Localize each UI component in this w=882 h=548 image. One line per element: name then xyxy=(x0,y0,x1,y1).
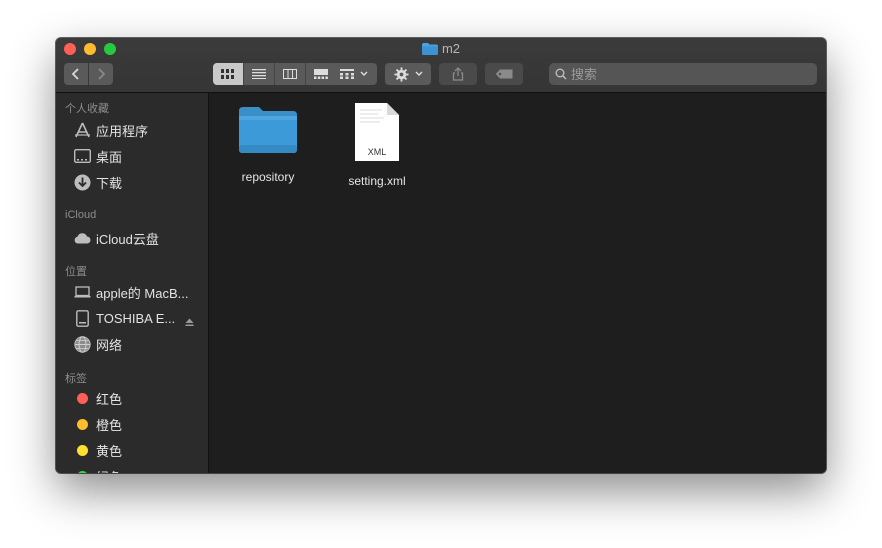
sidebar-item-label: 红色 xyxy=(96,391,123,407)
locations-section-title: 位置 xyxy=(65,266,87,278)
network-icon xyxy=(72,335,92,353)
chevron-right-icon xyxy=(98,68,106,80)
applications-icon xyxy=(72,121,92,139)
sidebar-item-label: TOSHIBA E... xyxy=(96,310,176,326)
sidebar: 个人收藏 应用程序 桌面 下载 iCloud iCloud云盘 位置 apple… xyxy=(56,93,209,473)
file-name: setting.xml xyxy=(348,174,406,188)
sidebar-item-icloud-drive[interactable]: iCloud云盘 xyxy=(72,227,202,249)
sidebar-item-tag-yellow[interactable]: 黄色 xyxy=(72,439,202,461)
finder-window: m2 搜索 个人收藏 应用程序 桌面 下载 iCloud iCloud云盘 位置… xyxy=(56,38,826,473)
chevron-down-icon xyxy=(360,71,368,76)
sidebar-item-label: 网络 xyxy=(96,337,123,353)
downloads-icon xyxy=(72,173,92,191)
sidebar-item-tag-red[interactable]: 红色 xyxy=(72,387,202,409)
group-grid-icon xyxy=(340,69,354,79)
file-item-repository[interactable]: repository xyxy=(218,105,318,184)
icon-grid-icon xyxy=(221,69,234,79)
group-by-button[interactable] xyxy=(331,63,377,85)
sidebar-item-macbook[interactable]: apple的 MacB... xyxy=(72,281,202,303)
sidebar-item-label: 下载 xyxy=(96,175,123,191)
file-name: repository xyxy=(241,170,295,184)
sidebar-item-label: 黄色 xyxy=(96,443,123,459)
laptop-icon xyxy=(72,283,92,301)
gallery-icon xyxy=(314,69,328,79)
cloud-icon xyxy=(72,229,92,247)
favorites-section-title: 个人收藏 xyxy=(65,103,109,115)
gear-icon xyxy=(393,66,409,82)
edit-tags-button[interactable] xyxy=(485,63,523,85)
green-tag-icon xyxy=(72,467,92,473)
sidebar-item-label: apple的 MacB... xyxy=(96,285,189,301)
sidebar-item-downloads[interactable]: 下载 xyxy=(72,171,202,193)
chevron-left-icon xyxy=(71,68,79,80)
window-title-text: m2 xyxy=(441,41,461,56)
search-input[interactable] xyxy=(571,63,811,85)
external-drive-icon xyxy=(72,309,92,327)
view-mode-control xyxy=(213,63,336,85)
eject-icon[interactable] xyxy=(185,314,194,332)
forward-button[interactable] xyxy=(89,63,113,85)
xml-file-icon: XML xyxy=(352,102,402,162)
list-view-button[interactable] xyxy=(244,63,275,85)
sidebar-item-tag-green[interactable]: 绿色 xyxy=(72,465,202,473)
tags-section-title: 标签 xyxy=(65,373,87,385)
sidebar-item-label: 桌面 xyxy=(96,149,123,165)
list-icon xyxy=(252,69,266,79)
sidebar-item-network[interactable]: 网络 xyxy=(72,333,202,355)
sidebar-item-label: iCloud云盘 xyxy=(96,231,159,247)
window-title: m2 xyxy=(56,41,826,57)
orange-tag-icon xyxy=(72,415,92,433)
file-browser-content: repository XML setting.xml xyxy=(209,93,826,473)
yellow-tag-icon xyxy=(72,441,92,459)
search-field[interactable] xyxy=(549,63,817,85)
tag-icon xyxy=(495,69,513,79)
icloud-section-title: iCloud xyxy=(65,209,97,221)
sidebar-item-tag-orange[interactable]: 橙色 xyxy=(72,413,202,435)
icon-view-button[interactable] xyxy=(213,63,244,85)
share-icon xyxy=(452,67,464,81)
columns-icon xyxy=(283,69,297,79)
back-button[interactable] xyxy=(64,63,88,85)
action-menu-button[interactable] xyxy=(385,63,431,85)
sidebar-item-applications[interactable]: 应用程序 xyxy=(72,119,202,141)
file-type-badge: XML xyxy=(367,147,387,157)
column-view-button[interactable] xyxy=(275,63,306,85)
sidebar-item-toshiba-drive[interactable]: TOSHIBA E... xyxy=(72,307,202,329)
share-button[interactable] xyxy=(439,63,477,85)
folder-icon xyxy=(218,105,318,160)
file-item-setting-xml[interactable]: XML setting.xml xyxy=(327,102,427,188)
sidebar-item-label: 橙色 xyxy=(96,417,123,433)
sidebar-item-label: 应用程序 xyxy=(96,123,149,139)
desktop-icon xyxy=(72,147,92,165)
chevron-down-icon xyxy=(415,71,422,76)
sidebar-item-label: 绿色 xyxy=(96,467,122,474)
sidebar-item-desktop[interactable]: 桌面 xyxy=(72,145,202,167)
title-bar: m2 xyxy=(56,38,826,93)
folder-icon xyxy=(421,43,438,59)
red-tag-icon xyxy=(72,389,92,407)
search-icon xyxy=(555,68,567,80)
